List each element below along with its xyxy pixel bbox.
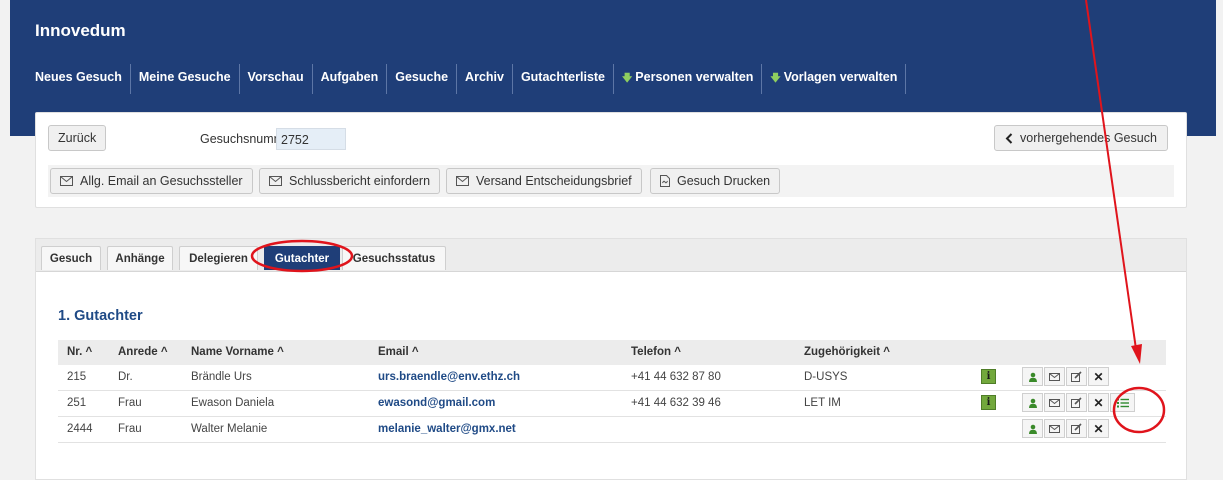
info-icon[interactable]: i bbox=[981, 369, 996, 384]
table-row: 251 Frau Ewason Daniela ewasond@gmail.co… bbox=[58, 391, 1166, 417]
cell-telefon: +41 44 632 87 80 bbox=[631, 371, 721, 383]
tab-delegieren[interactable]: Delegieren bbox=[179, 246, 258, 270]
nav-vorlagen-verwalten[interactable]: 🡇 Vorlagen verwalten bbox=[762, 64, 907, 94]
nav-vorlagen-label: Vorlagen verwalten bbox=[783, 70, 898, 84]
schlussbericht-label: Schlussbericht einfordern bbox=[289, 174, 431, 188]
arrow-down-icon: 🡇 bbox=[622, 73, 633, 84]
user-icon bbox=[1028, 398, 1038, 408]
envelope-icon bbox=[60, 176, 73, 186]
app-title: Innovedum bbox=[35, 21, 126, 40]
cell-name: Brändle Urs bbox=[191, 371, 252, 383]
envelope-icon bbox=[456, 176, 469, 186]
cell-zugehoerigkeit: D-USYS bbox=[804, 371, 848, 383]
email-gesuchssteller-label: Allg. Email an Gesuchssteller bbox=[80, 174, 243, 188]
tab-gesuch[interactable]: Gesuch bbox=[41, 246, 101, 270]
remove-button[interactable]: ✕ bbox=[1088, 393, 1109, 412]
cell-email-link[interactable]: melanie_walter@gmx.net bbox=[378, 423, 516, 435]
nav-personen-verwalten[interactable]: 🡇 Personen verwalten bbox=[614, 64, 763, 94]
edit-icon bbox=[1071, 371, 1082, 382]
versand-entscheidungsbrief-button[interactable]: Versand Entscheidungsbrief bbox=[446, 168, 642, 194]
table-row: 2444 Frau Walter Melanie melanie_walter@… bbox=[58, 417, 1166, 443]
nav-aufgaben[interactable]: Aufgaben bbox=[313, 64, 388, 94]
back-button-label: Zurück bbox=[58, 131, 97, 145]
section-title: 1. Gutachter bbox=[58, 308, 143, 324]
list-icon bbox=[1116, 398, 1129, 408]
cell-telefon: +41 44 632 39 46 bbox=[631, 397, 721, 409]
close-icon: ✕ bbox=[1093, 421, 1104, 436]
cell-name: Ewason Daniela bbox=[191, 397, 275, 409]
nav-gutachterliste[interactable]: Gutachterliste bbox=[513, 64, 615, 94]
chevron-left-icon bbox=[1005, 132, 1013, 144]
table-row: 215 Dr. Brändle Urs urs.braendle@env.eth… bbox=[58, 365, 1166, 391]
edit-icon bbox=[1071, 423, 1082, 434]
envelope-icon bbox=[1049, 398, 1060, 407]
col-zugehoerigkeit[interactable]: Zugehörigkeit ^ bbox=[804, 346, 890, 358]
action-toolbar: Allg. Email an Gesuchssteller Schlussber… bbox=[48, 165, 1174, 197]
close-icon: ✕ bbox=[1093, 395, 1104, 410]
previous-gesuch-button[interactable]: vorhergehendes Gesuch bbox=[994, 125, 1168, 151]
back-button[interactable]: Zurück bbox=[48, 125, 107, 151]
col-telefon[interactable]: Telefon ^ bbox=[631, 346, 681, 358]
mail-button[interactable] bbox=[1044, 367, 1065, 386]
gesuch-drucken-button[interactable]: Gesuch Drucken bbox=[650, 168, 781, 194]
cell-nr: 251 bbox=[67, 397, 87, 409]
col-email[interactable]: Email ^ bbox=[378, 346, 419, 358]
nav-personen-label: Personen verwalten bbox=[635, 70, 754, 84]
cell-email-link[interactable]: ewasond@gmail.com bbox=[378, 397, 495, 409]
col-name[interactable]: Name Vorname ^ bbox=[191, 346, 284, 358]
info-icon[interactable]: i bbox=[981, 395, 996, 410]
user-button[interactable] bbox=[1022, 367, 1043, 386]
close-icon: ✕ bbox=[1093, 369, 1104, 384]
cell-anrede: Dr. bbox=[118, 371, 133, 383]
gesuch-detail-panel: Gesuch Anhänge Delegieren Gutachter Gesu… bbox=[35, 238, 1187, 480]
schlussbericht-button[interactable]: Schlussbericht einfordern bbox=[259, 168, 441, 194]
edit-button[interactable] bbox=[1066, 393, 1087, 412]
mail-button[interactable] bbox=[1044, 419, 1065, 438]
cell-email-link[interactable]: urs.braendle@env.ethz.ch bbox=[378, 371, 520, 383]
edit-button[interactable] bbox=[1066, 419, 1087, 438]
edit-button[interactable] bbox=[1066, 367, 1087, 386]
nav-neues-gesuch[interactable]: Neues Gesuch bbox=[35, 64, 131, 94]
remove-button[interactable]: ✕ bbox=[1088, 419, 1109, 438]
envelope-icon bbox=[1049, 372, 1060, 381]
details-list-button[interactable] bbox=[1110, 393, 1135, 412]
cell-nr: 215 bbox=[67, 371, 87, 383]
nav-gesuche[interactable]: Gesuche bbox=[387, 64, 458, 94]
col-anrede[interactable]: Anrede ^ bbox=[118, 346, 168, 358]
user-icon bbox=[1028, 372, 1038, 382]
tab-bar: Gesuch Anhänge Delegieren Gutachter Gesu… bbox=[36, 239, 1186, 272]
table-header: Nr. ^ Anrede ^ Name Vorname ^ Email ^ Te… bbox=[58, 340, 1166, 365]
gesuch-drucken-label: Gesuch Drucken bbox=[677, 174, 771, 188]
user-button[interactable] bbox=[1022, 419, 1043, 438]
email-gesuchssteller-button[interactable]: Allg. Email an Gesuchssteller bbox=[50, 168, 253, 194]
versand-label: Versand Entscheidungsbrief bbox=[476, 174, 632, 188]
mail-button[interactable] bbox=[1044, 393, 1065, 412]
gesuchsnummer-value: 2752 bbox=[276, 128, 346, 150]
cell-nr: 2444 bbox=[67, 423, 93, 435]
previous-gesuch-label: vorhergehendes Gesuch bbox=[1020, 131, 1157, 145]
pdf-file-icon bbox=[660, 175, 670, 187]
remove-button[interactable]: ✕ bbox=[1088, 367, 1109, 386]
nav-vorschau[interactable]: Vorschau bbox=[240, 64, 313, 94]
envelope-icon bbox=[1049, 424, 1060, 433]
gesuch-header-panel: Zurück Gesuchsnummer: 2752 vorhergehende… bbox=[35, 112, 1187, 208]
arrow-down-icon: 🡇 bbox=[770, 73, 781, 84]
nav-meine-gesuche[interactable]: Meine Gesuche bbox=[131, 64, 240, 94]
main-nav: Neues Gesuch Meine Gesuche Vorschau Aufg… bbox=[35, 64, 907, 94]
edit-icon bbox=[1071, 397, 1082, 408]
user-icon bbox=[1028, 424, 1038, 434]
envelope-icon bbox=[269, 176, 282, 186]
tab-gesuchsstatus[interactable]: Gesuchsstatus bbox=[342, 246, 446, 270]
cell-zugehoerigkeit: LET IM bbox=[804, 397, 841, 409]
col-nr[interactable]: Nr. ^ bbox=[67, 346, 92, 358]
tab-gutachter[interactable]: Gutachter bbox=[264, 246, 340, 270]
nav-archiv[interactable]: Archiv bbox=[457, 64, 513, 94]
cell-anrede: Frau bbox=[118, 397, 142, 409]
tab-anhaenge[interactable]: Anhänge bbox=[107, 246, 173, 270]
cell-name: Walter Melanie bbox=[191, 423, 268, 435]
cell-anrede: Frau bbox=[118, 423, 142, 435]
user-button[interactable] bbox=[1022, 393, 1043, 412]
